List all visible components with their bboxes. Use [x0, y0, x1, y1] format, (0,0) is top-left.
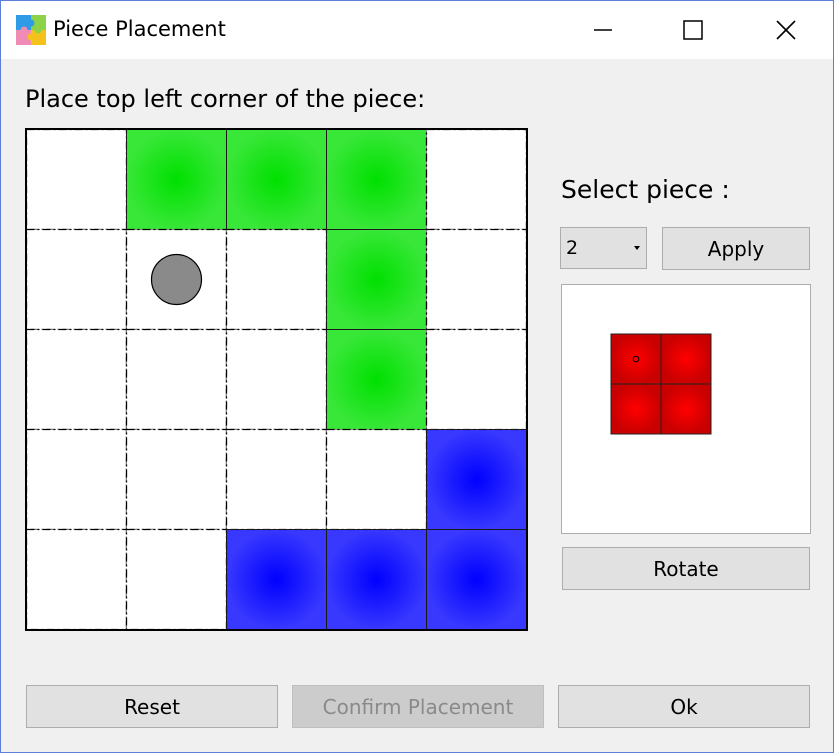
piece-select[interactable]: 2 [560, 227, 647, 269]
board-grid[interactable] [25, 128, 528, 631]
piece-preview-grid [610, 333, 712, 435]
apply-button[interactable]: Apply [662, 227, 810, 270]
rotate-button[interactable]: Rotate [562, 547, 810, 590]
maximize-button[interactable] [647, 1, 739, 59]
title-bar: Piece Placement [1, 1, 833, 59]
close-icon [776, 20, 796, 40]
confirm-placement-button[interactable]: Confirm Placement [292, 685, 544, 728]
close-button[interactable] [740, 1, 832, 59]
board-cell-empty[interactable] [225, 228, 328, 331]
ok-button[interactable]: Ok [558, 685, 810, 728]
board-cell-blue[interactable] [226, 529, 327, 630]
board-cell-empty[interactable] [25, 528, 128, 631]
board-cell-empty[interactable] [425, 228, 528, 331]
placement-prompt: Place top left corner of the piece: [25, 85, 426, 113]
board-cell-empty[interactable] [225, 428, 328, 531]
board-cell-green[interactable] [226, 129, 327, 230]
board-cell-green[interactable] [326, 129, 427, 230]
minimize-icon [594, 29, 612, 31]
board-cell-green[interactable] [326, 329, 427, 430]
board-cell-blue[interactable] [426, 429, 527, 530]
select-piece-label: Select piece : [561, 175, 730, 204]
board-cell-empty[interactable] [125, 528, 228, 631]
board-cell-empty[interactable] [425, 328, 528, 431]
board-cell-green[interactable] [126, 129, 227, 230]
piece-select-value: 2 [566, 237, 579, 259]
board-cell-green[interactable] [326, 229, 427, 330]
dropdown-arrow-icon [634, 246, 640, 250]
puzzle-icon [16, 15, 46, 45]
reset-button[interactable]: Reset [26, 685, 278, 728]
board-cell-empty[interactable] [225, 328, 328, 431]
preview-cell [610, 333, 662, 385]
board-cell-blue[interactable] [326, 529, 427, 630]
preview-cell [610, 383, 662, 435]
preview-cell [660, 333, 712, 385]
board-cell-empty[interactable] [125, 328, 228, 431]
board-cell-empty[interactable] [125, 428, 228, 531]
board-cell-empty[interactable] [425, 128, 528, 231]
board-cell-empty[interactable] [25, 228, 128, 331]
game-board[interactable] [25, 128, 528, 631]
placement-marker [150, 253, 203, 306]
board-cell-empty[interactable] [25, 328, 128, 431]
piece-preview [561, 284, 811, 534]
board-cell-empty[interactable] [25, 428, 128, 531]
maximize-icon [683, 20, 703, 40]
board-cell-empty[interactable] [25, 128, 128, 231]
preview-cell [660, 383, 712, 435]
piece-placement-window: Piece Placement Place top left corner of… [0, 0, 834, 753]
board-cell-blue[interactable] [426, 529, 527, 630]
minimize-button[interactable] [557, 1, 649, 59]
board-cell-empty[interactable] [325, 428, 428, 531]
window-title: Piece Placement [53, 17, 226, 41]
